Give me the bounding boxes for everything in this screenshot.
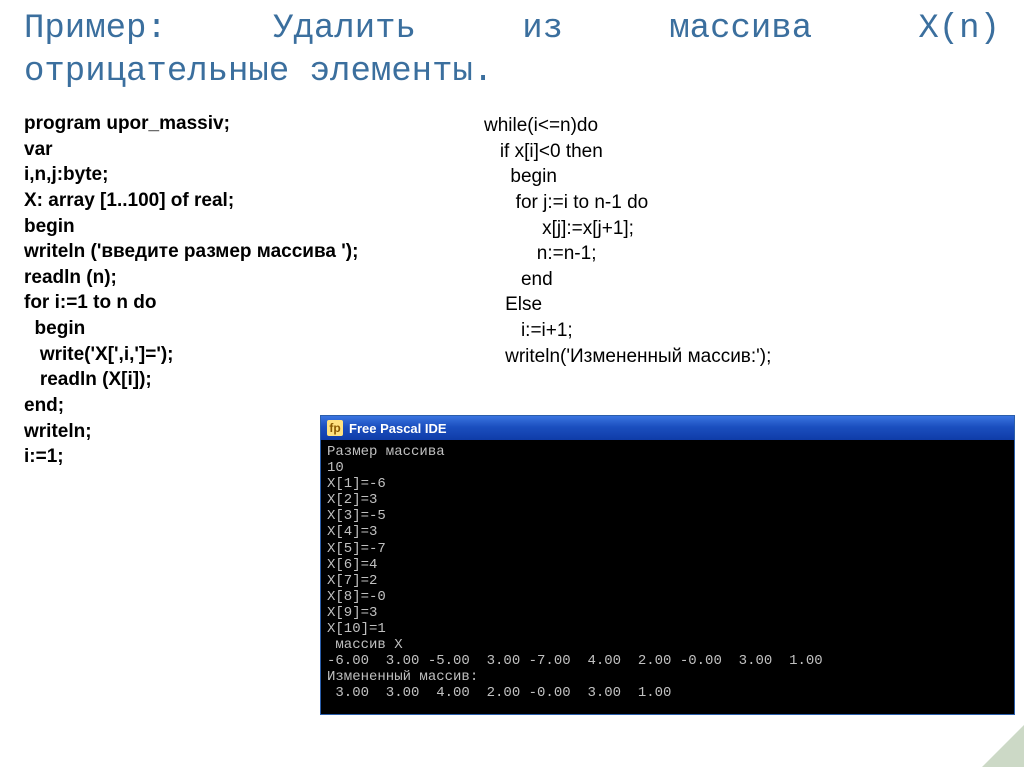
console-output: Размер массива 10 X[1]=-6 X[2]=3 X[3]=-5… [321,440,1014,714]
title-line-2: отрицательные элементы. [24,51,1000,94]
window-titlebar: fp Free Pascal IDE [321,416,1014,440]
app-icon: fp [327,420,343,436]
page-curl-decoration [982,725,1024,767]
slide-title: Пример: Удалить из массива X(n) отрицате… [0,0,1024,93]
title-line-1: Пример: Удалить из массива X(n) [24,10,1000,48]
window-title: Free Pascal IDE [349,421,447,436]
content-area: program upor_massiv; var i,n,j:byte; X: … [0,93,1024,470]
console-window: fp Free Pascal IDE Размер массива 10 X[1… [320,415,1015,715]
